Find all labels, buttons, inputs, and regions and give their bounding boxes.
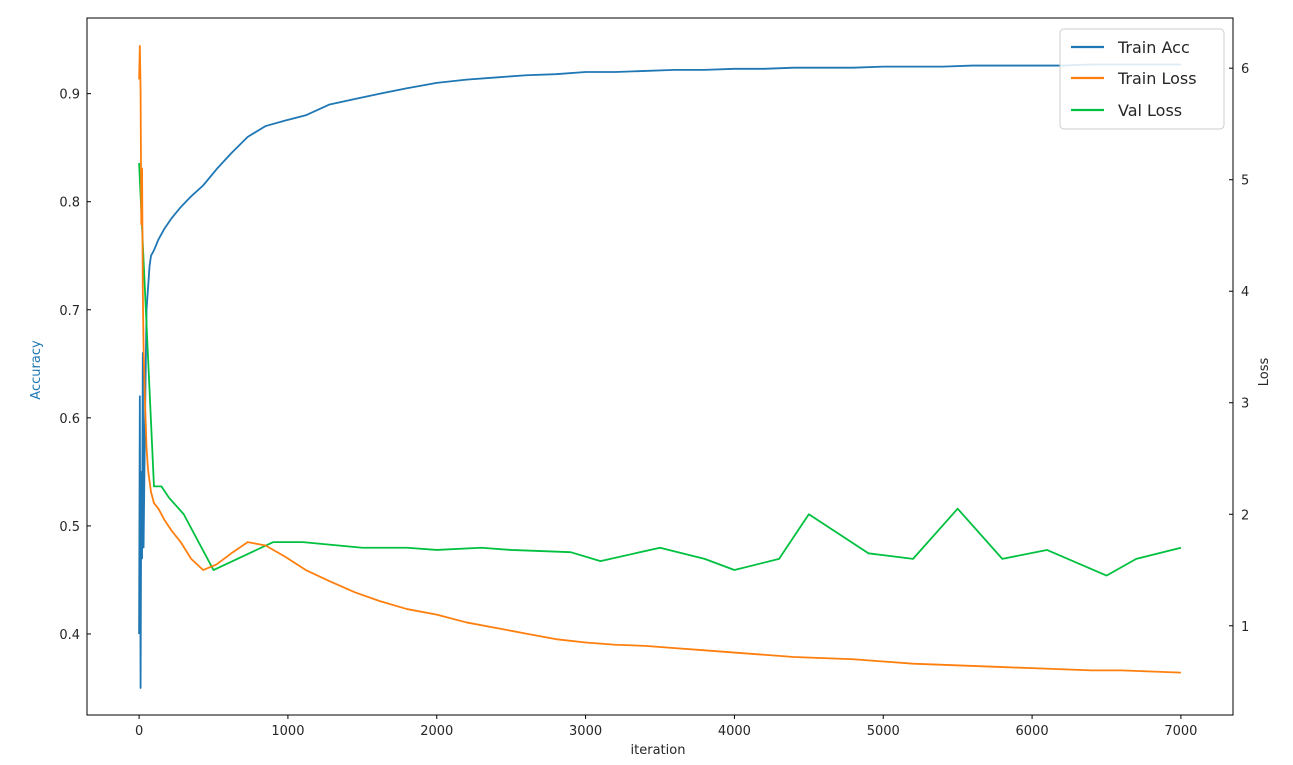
y-axis-right-title: Loss bbox=[1257, 358, 1272, 387]
y-right-tick-label: 4 bbox=[1241, 285, 1249, 300]
legend-val-loss-label: Val Loss bbox=[1118, 101, 1182, 120]
y-left-tick-label: 0.9 bbox=[59, 88, 80, 103]
series-train-acc-line bbox=[138, 63, 1181, 689]
x-axis-title: iteration bbox=[631, 743, 686, 758]
y-right-tick-label: 2 bbox=[1241, 508, 1249, 523]
x-tick-label: 2000 bbox=[420, 724, 453, 739]
y-left-tick-label: 0.6 bbox=[59, 412, 80, 427]
series-train-loss-line bbox=[138, 44, 1181, 674]
y-left-tick-label: 0.5 bbox=[59, 520, 80, 535]
y-right-tick-label: 6 bbox=[1241, 62, 1249, 77]
y-left-tick-label: 0.4 bbox=[59, 628, 80, 643]
loss-accuracy-chart: 0 1000 2000 3000 4000 5000 6000 7000 0.4 0.5 0.6 0.… bbox=[29, 17, 1272, 758]
x-tick-label: 3000 bbox=[569, 724, 602, 739]
x-tick-label: 5000 bbox=[867, 724, 900, 739]
x-tick-label: 6000 bbox=[1016, 724, 1049, 739]
legend: Train Acc Train Loss Val Loss bbox=[1059, 28, 1225, 130]
legend-train-acc-label: Train Acc bbox=[1117, 38, 1190, 57]
x-tick-label: 0 bbox=[135, 724, 143, 739]
x-tick-label: 4000 bbox=[718, 724, 751, 739]
y-left-tick-label: 0.7 bbox=[59, 304, 80, 319]
y-axis-left-title: Accuracy bbox=[29, 340, 44, 400]
series-layer bbox=[138, 44, 1182, 689]
y-right-tick-label: 1 bbox=[1241, 620, 1249, 635]
ticks-layer: 0 1000 2000 3000 4000 5000 6000 7000 0.4 0.5 0.6 0.… bbox=[59, 62, 1249, 739]
series-val-loss-line bbox=[138, 162, 1182, 577]
y-right-tick-label: 3 bbox=[1241, 397, 1249, 412]
legend-train-loss-label: Train Loss bbox=[1117, 69, 1197, 88]
y-left-tick-label: 0.8 bbox=[59, 196, 80, 211]
x-tick-label: 1000 bbox=[271, 724, 304, 739]
x-tick-label: 7000 bbox=[1164, 724, 1197, 739]
y-right-tick-label: 5 bbox=[1241, 174, 1249, 189]
